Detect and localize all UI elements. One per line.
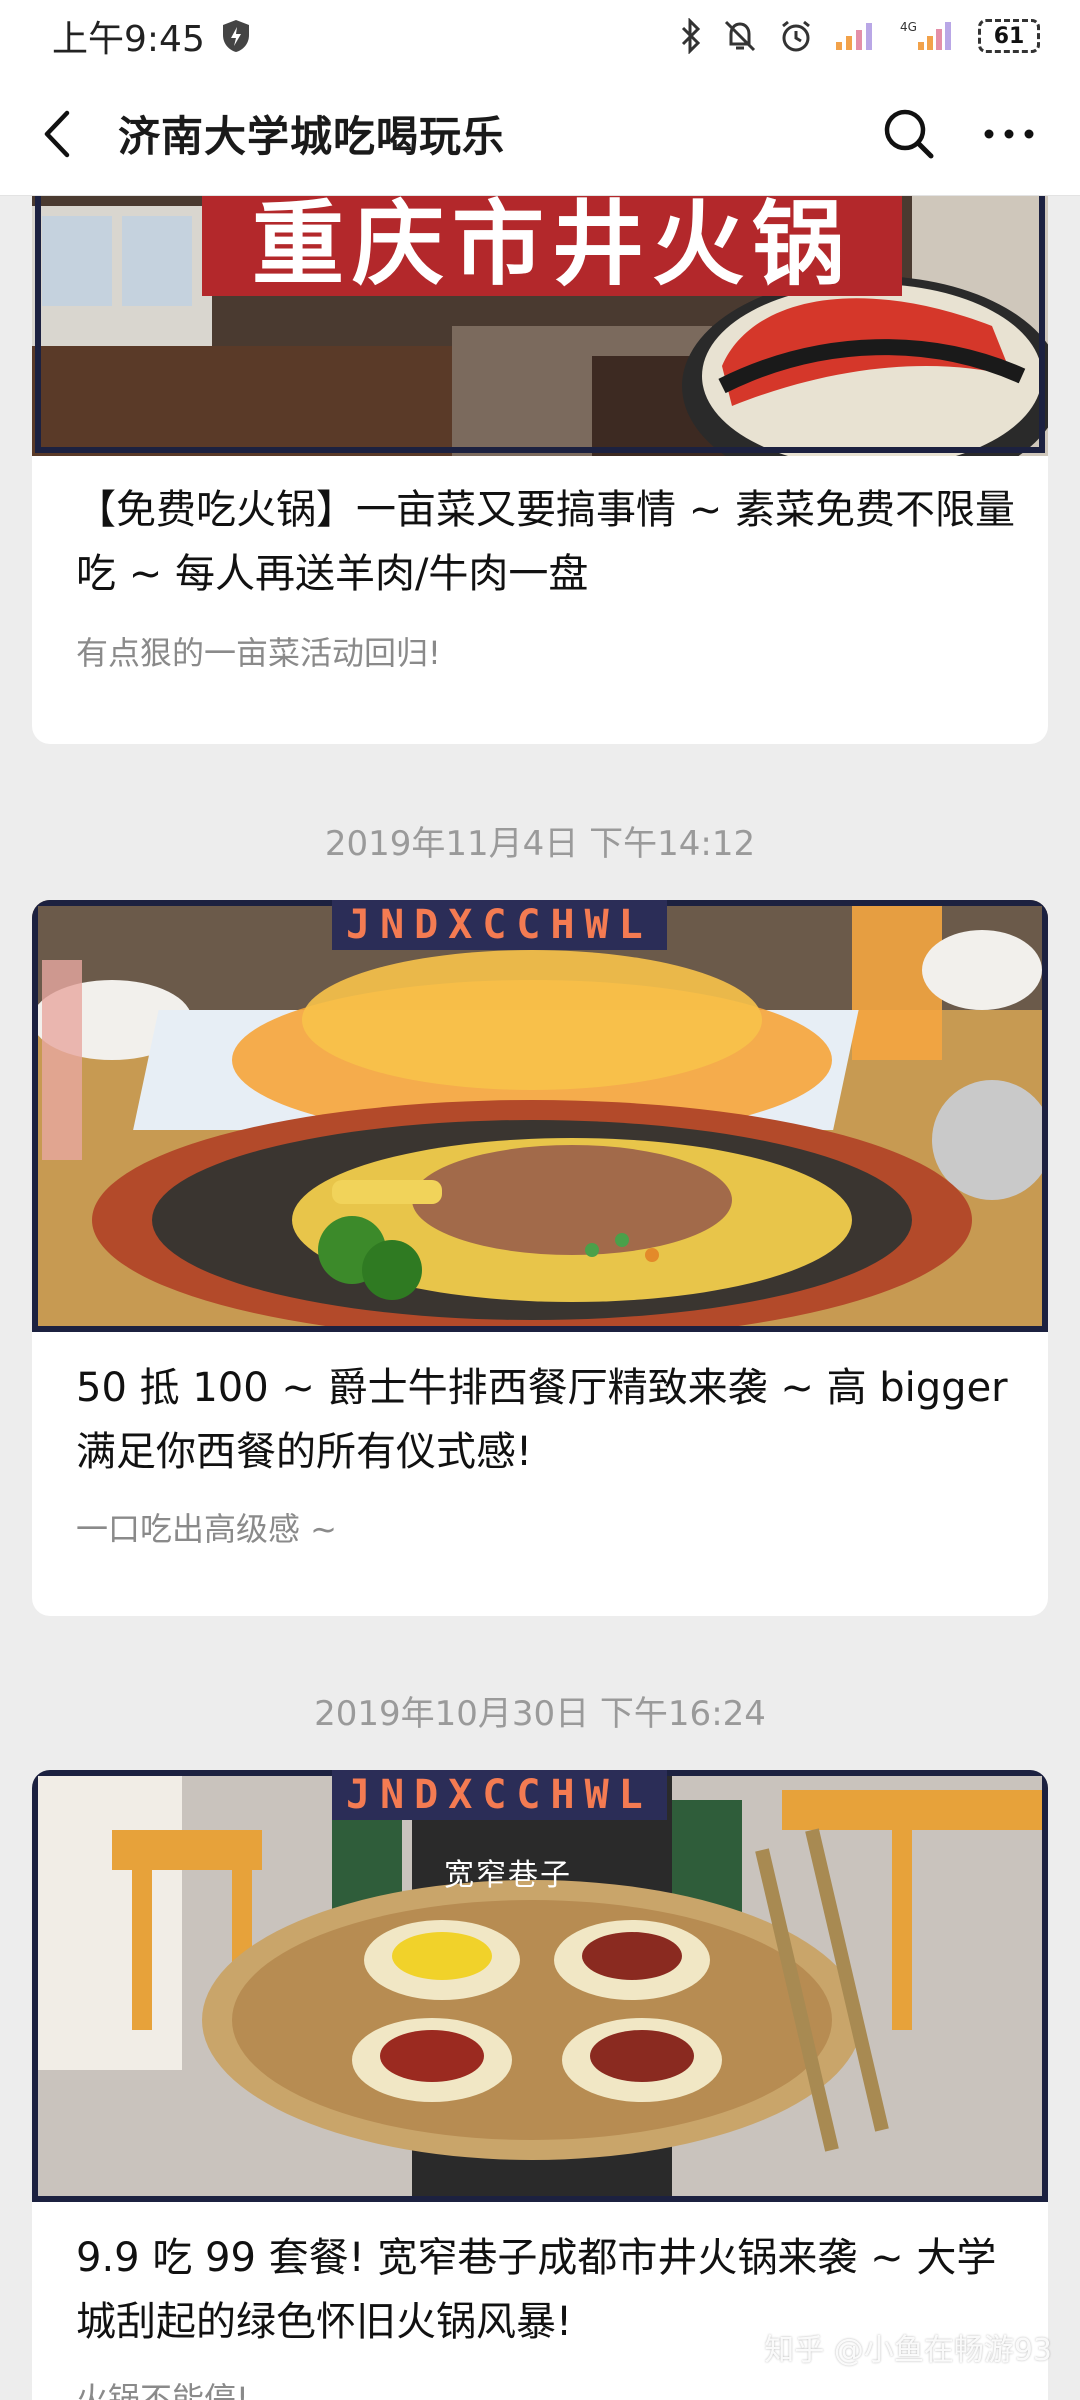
article-title-2[interactable]: 50 抵 100 ~ 爵士牛排西餐厅精致来袭 ~ 高 bigger 满足你西餐的…: [76, 1356, 1016, 1484]
date-label-3: 2019年10月30日 下午16:24: [314, 1694, 766, 1734]
apron-text: 宽窄巷子: [444, 1858, 572, 1893]
more-icon: [984, 129, 1034, 138]
page-title: 济南大学城吃喝玩乐: [118, 112, 506, 161]
article-list[interactable]: 重庆市井火锅 【免费吃火锅】一亩菜又要搞事情 ~ 素菜免费不限量吃 ~ 每人再送…: [0, 196, 1080, 2400]
article-subtitle-2: 一口吃出高级感 ~: [76, 1510, 337, 1548]
article-title-1[interactable]: 【免费吃火锅】一亩菜又要搞事情 ~ 素菜免费不限量吃 ~ 每人再送羊肉/牛肉一盘: [76, 478, 1016, 606]
article-image-1[interactable]: 重庆市井火锅: [32, 196, 1048, 456]
signal-icon: [834, 16, 878, 56]
article-card-3[interactable]: 宽窄巷子 JNDXCCHWL 9.9 吃 99 套餐! 宽窄巷子成都市井火锅来袭…: [32, 1770, 1048, 2400]
article-subtitle-1: 有点狠的一亩菜活动回归!: [76, 634, 441, 672]
status-right: 4G 61: [680, 16, 1040, 56]
status-time: 上午9:45: [52, 19, 205, 60]
brand-tag: JNDXCCHWL: [332, 900, 667, 950]
date-label-2: 2019年11月4日 下午14:12: [324, 824, 756, 864]
status-bar: 上午9:45 4G 61: [0, 0, 1080, 72]
watermark: 知乎 @小鱼在畅游93: [764, 2333, 1052, 2368]
shield-icon: [221, 16, 251, 56]
search-button[interactable]: [874, 99, 944, 169]
steak-photo: [32, 900, 1048, 1332]
brand-tag: JNDXCCHWL: [332, 1770, 667, 1820]
hotpot-tray-photo: [32, 1770, 1048, 2202]
search-icon: [884, 109, 934, 158]
battery-indicator: 61: [978, 19, 1040, 53]
signal-4g-icon: 4G: [898, 16, 958, 56]
more-button[interactable]: [974, 99, 1044, 169]
article-image-3[interactable]: 宽窄巷子 JNDXCCHWL: [32, 1770, 1048, 2202]
article-subtitle-3: 火锅不能停!: [76, 2380, 249, 2400]
bluetooth-icon: [680, 16, 702, 56]
article-image-2[interactable]: JNDXCCHWL: [32, 900, 1048, 1332]
back-button[interactable]: [34, 104, 78, 164]
image-banner-text: 重庆市井火锅: [251, 196, 852, 298]
image-banner: 重庆市井火锅: [202, 196, 902, 298]
article-card-2[interactable]: JNDXCCHWL 50 抵 100 ~ 爵士牛排西餐厅精致来袭 ~ 高 big…: [32, 900, 1048, 1616]
alarm-icon: [778, 16, 814, 56]
back-arrow-icon: [44, 110, 70, 157]
network-type: 4G: [900, 20, 917, 34]
nav-bar: 济南大学城吃喝玩乐: [0, 72, 1080, 196]
status-left: 上午9:45: [52, 10, 251, 62]
article-card-1[interactable]: 重庆市井火锅 【免费吃火锅】一亩菜又要搞事情 ~ 素菜免费不限量吃 ~ 每人再送…: [32, 196, 1048, 744]
mute-bell-icon: [722, 16, 758, 56]
